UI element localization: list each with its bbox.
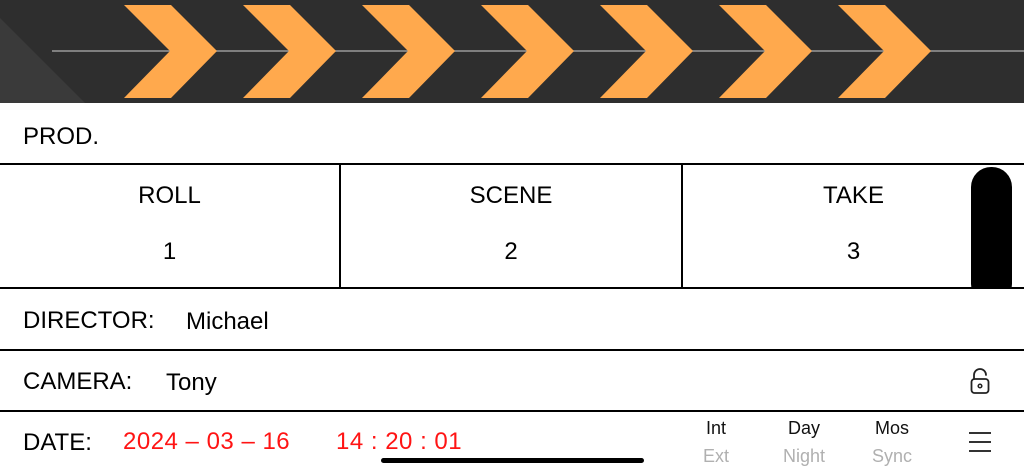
roll-label: ROLL (138, 182, 201, 209)
slate-info-row: ROLL 1 SCENE 2 TAKE 3 (0, 165, 1024, 289)
director-row[interactable]: DIRECTOR: Michael (0, 289, 1024, 351)
unlock-icon[interactable] (968, 367, 992, 395)
clapper-bar (0, 0, 1024, 103)
clapper-chevrons (0, 5, 1024, 103)
director-value: Michael (186, 308, 269, 335)
prod-row[interactable]: PROD. (0, 103, 1024, 165)
date-label: DATE: (23, 429, 92, 456)
ext-option: Ext (702, 446, 729, 466)
night-option: Night (782, 446, 826, 466)
side-scroll-handle[interactable] (971, 167, 1012, 304)
roll-cell[interactable]: ROLL 1 (0, 165, 341, 287)
director-label: DIRECTOR: (23, 307, 155, 334)
camera-value: Tony (166, 369, 217, 396)
roll-value: 1 (162, 238, 177, 265)
scene-label: SCENE (469, 182, 553, 209)
scene-value: 2 (504, 238, 518, 265)
camera-label: CAMERA: (23, 368, 133, 395)
scene-cell[interactable]: SCENE 2 (341, 165, 683, 287)
mos-option: Mos (874, 418, 909, 438)
prod-label: PROD. (23, 123, 100, 150)
day-option: Day (787, 418, 820, 438)
date-row: DATE: 2024 – 03 – 16 14 : 20 : 01 Int Ex… (0, 412, 1024, 472)
date-value[interactable]: 2024 – 03 – 16 (123, 428, 290, 456)
home-indicator[interactable] (381, 458, 644, 463)
hamburger-menu-icon[interactable] (969, 432, 991, 452)
camera-row[interactable]: CAMERA: Tony (0, 351, 1024, 412)
clapper-corner-shade (0, 18, 85, 103)
sync-option: Sync (871, 446, 913, 466)
int-option: Int (705, 418, 726, 438)
time-value[interactable]: 14 : 20 : 01 (336, 428, 462, 456)
